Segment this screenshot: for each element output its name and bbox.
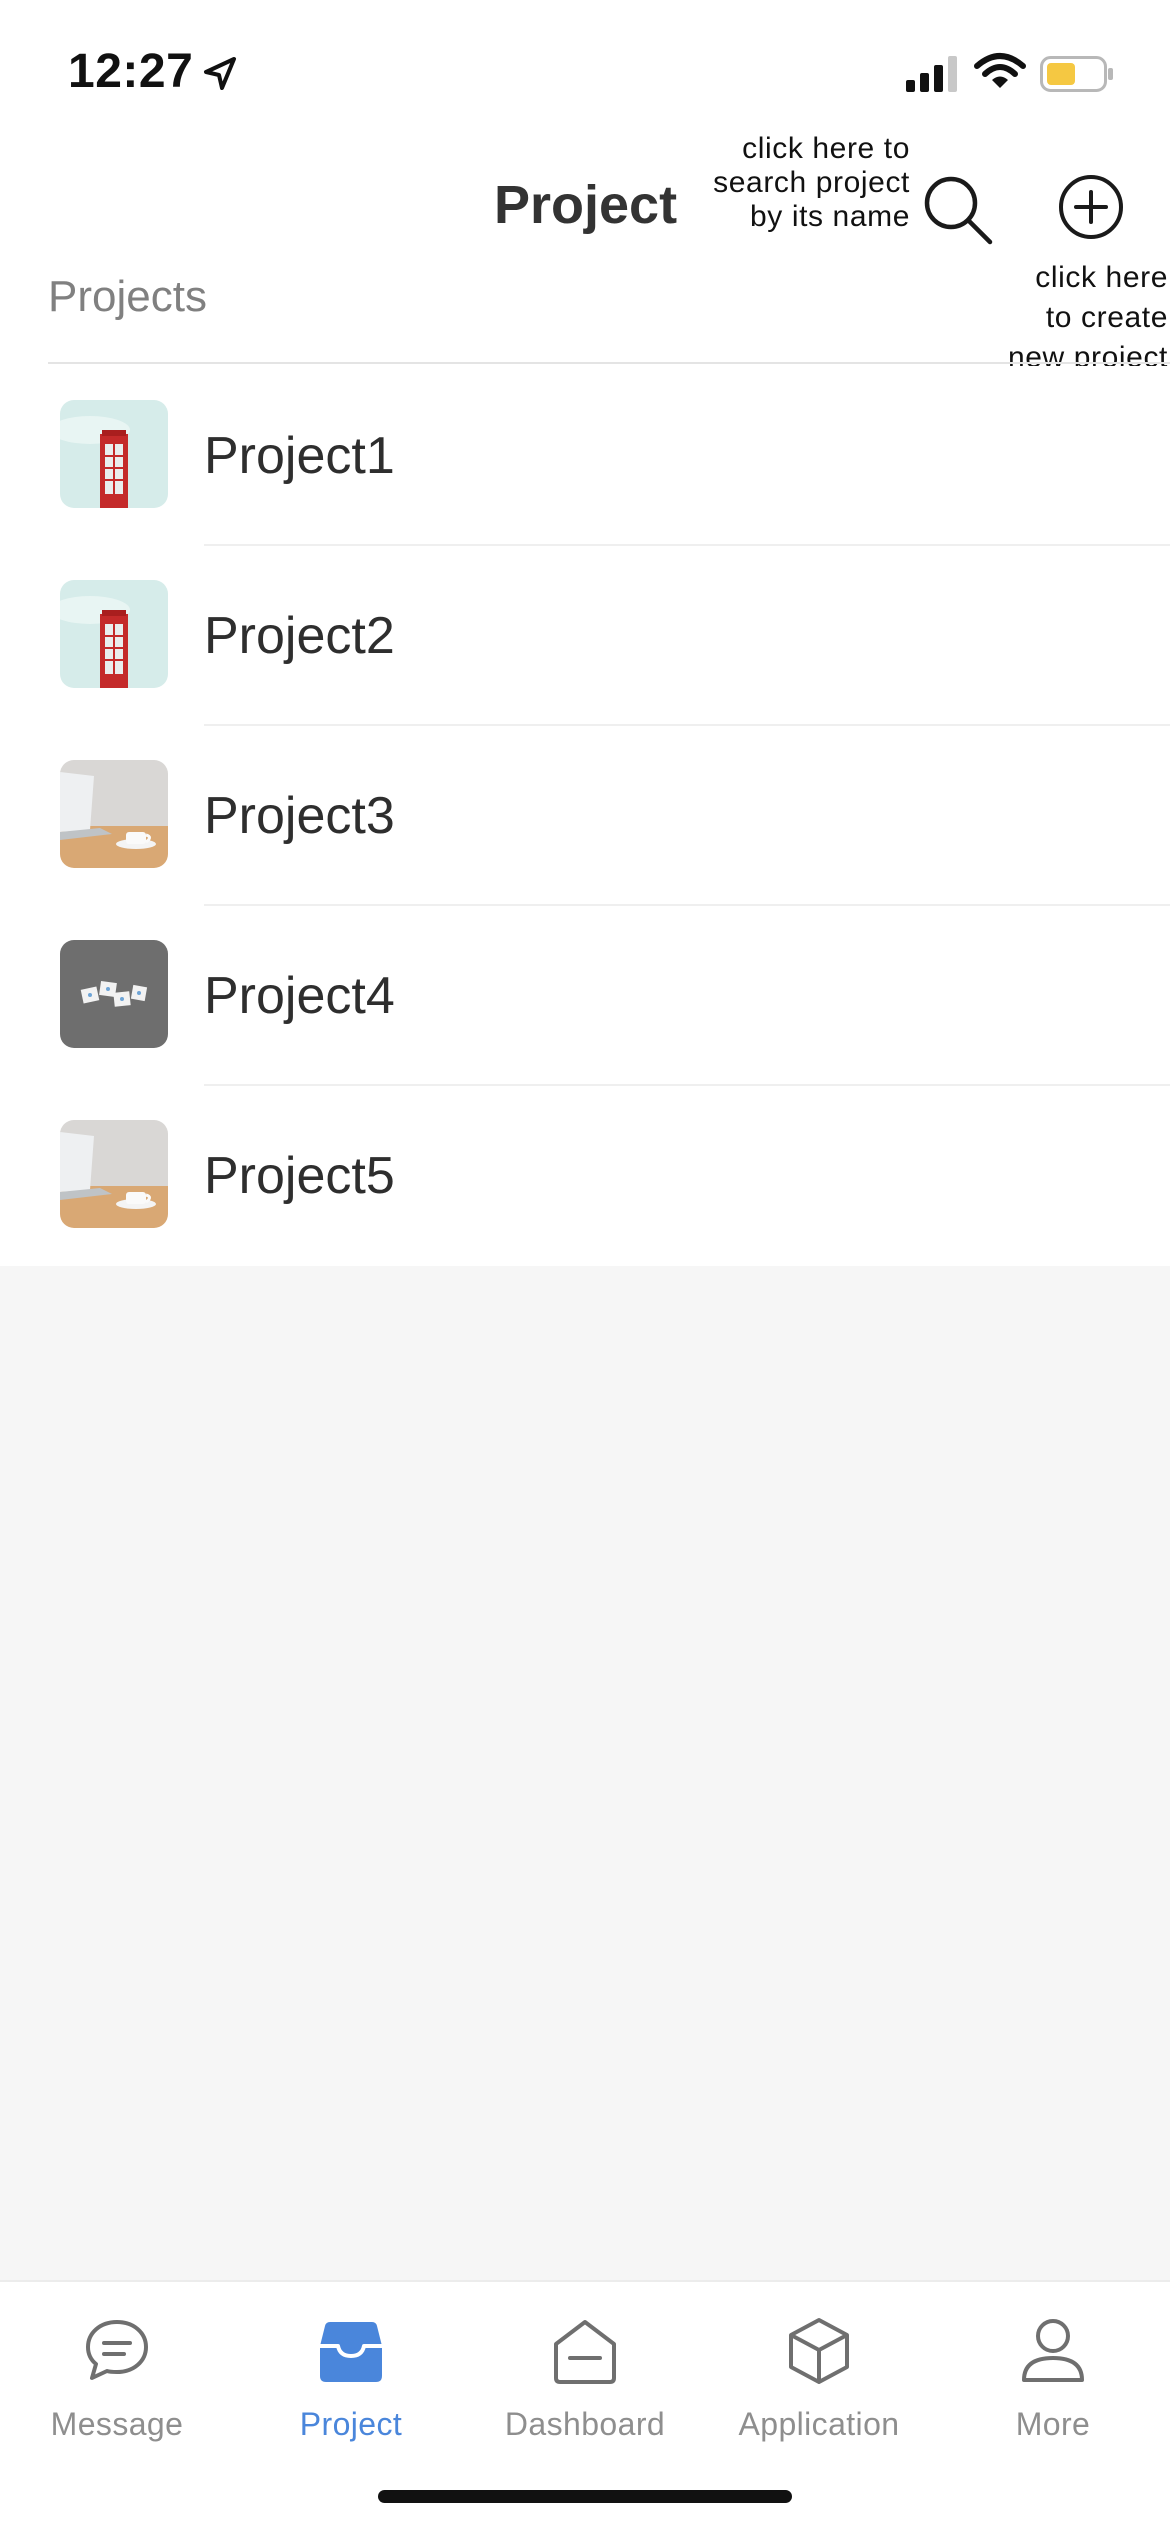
add-hint-line: click here xyxy=(1035,261,1168,294)
search-button[interactable] xyxy=(920,172,996,248)
project-thumbnail xyxy=(60,760,168,868)
project-name: Project5 xyxy=(204,1147,395,1205)
project-screen: 12:27 Project click here to search proje… xyxy=(0,0,1170,2532)
tab-dashboard[interactable]: Dashboard xyxy=(468,2302,702,2462)
project-name: Project1 xyxy=(204,427,395,485)
tab-project[interactable]: Project xyxy=(234,2302,468,2462)
tab-application[interactable]: Application xyxy=(702,2302,936,2462)
phone-booth-image xyxy=(60,400,168,508)
project-name: Project2 xyxy=(204,607,395,665)
search-hint: click here to search project by its name xyxy=(680,132,910,234)
battery-icon xyxy=(1040,56,1113,92)
project-row[interactable]: Project1 xyxy=(0,366,1170,546)
project-thumbnail xyxy=(60,400,168,508)
add-hint: click here to create new project xyxy=(970,258,1168,378)
add-hint-line: to create xyxy=(1045,301,1168,334)
tab-more[interactable]: More xyxy=(936,2302,1170,2462)
location-arrow-icon xyxy=(204,57,236,90)
project-row[interactable]: Project5 xyxy=(0,1086,1170,1266)
phone-booth-image xyxy=(60,580,168,688)
project-thumbnail xyxy=(60,940,168,1048)
status-time: 12:27 xyxy=(68,45,194,98)
header: Project click here to search project by … xyxy=(0,132,1170,374)
section-label: Projects xyxy=(48,272,207,321)
home-indicator xyxy=(378,2490,792,2503)
tab-message[interactable]: Message xyxy=(0,2302,234,2462)
user-icon xyxy=(1022,2319,1084,2382)
tab-label: Application xyxy=(738,2406,900,2442)
status-bar: 12:27 xyxy=(0,0,1170,132)
project-name: Project3 xyxy=(204,787,395,845)
tab-label: More xyxy=(1015,2406,1091,2442)
cellular-signal-icon xyxy=(906,56,957,92)
laptop-coffee-image xyxy=(60,1120,168,1228)
search-hint-line: search project xyxy=(713,166,910,199)
tab-label: Project xyxy=(299,2406,403,2442)
cube-icon xyxy=(789,2318,849,2384)
tab-label: Dashboard xyxy=(504,2406,666,2442)
wifi-icon xyxy=(974,53,1026,88)
project-row[interactable]: Project2 xyxy=(0,546,1170,726)
add-project-button[interactable] xyxy=(1056,172,1126,242)
page-title: Project xyxy=(494,175,678,235)
inbox-tray-icon xyxy=(320,2322,382,2382)
search-hint-line: click here to xyxy=(742,132,910,165)
project-thumbnail xyxy=(60,1120,168,1228)
dashboard-icon xyxy=(554,2320,616,2384)
tab-label: Message xyxy=(50,2406,184,2442)
cards-on-gray-image xyxy=(60,940,168,1048)
section-divider xyxy=(48,362,1170,364)
project-list: Project1 Project2 Project3 Project4 Proj… xyxy=(0,366,1170,1266)
project-thumbnail xyxy=(60,580,168,688)
project-name: Project4 xyxy=(204,967,395,1025)
chat-bubble-icon xyxy=(86,2320,148,2380)
plus-circle-icon xyxy=(1059,175,1123,239)
search-hint-line: by its name xyxy=(750,200,910,233)
project-row[interactable]: Project4 xyxy=(0,906,1170,1086)
laptop-coffee-image xyxy=(60,760,168,868)
search-icon xyxy=(924,176,993,245)
project-row[interactable]: Project3 xyxy=(0,726,1170,906)
